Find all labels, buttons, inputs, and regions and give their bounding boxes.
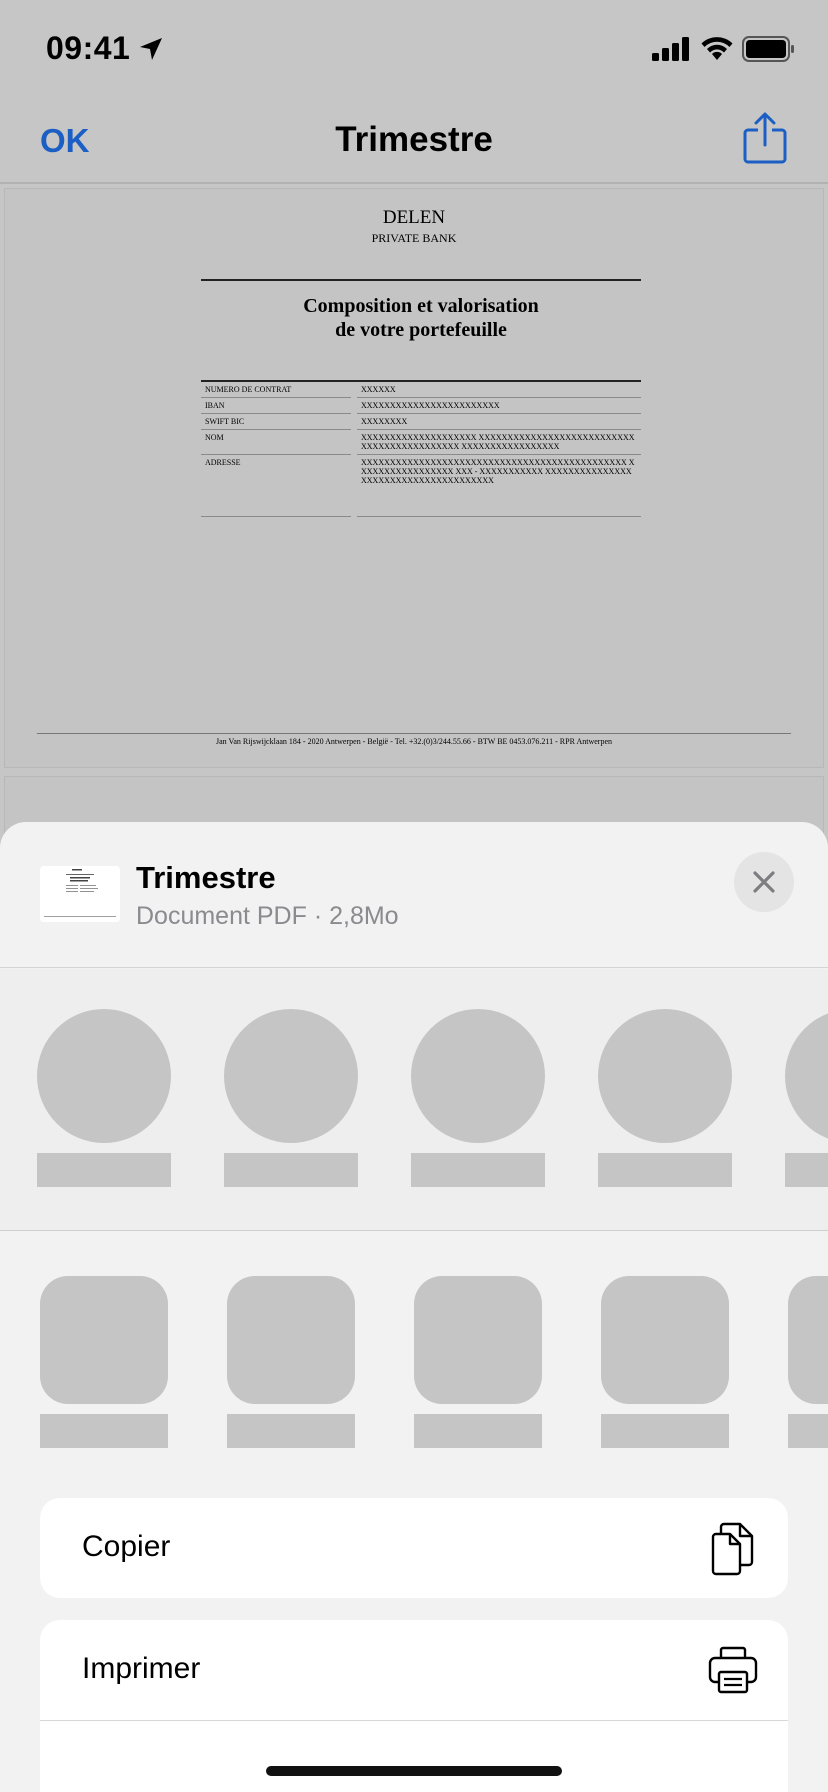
table-label: NUMERO DE CONTRAT [201, 382, 351, 398]
share-app[interactable] [788, 1276, 828, 1448]
contact-name-placeholder [411, 1153, 545, 1187]
table-label: NOM [201, 430, 351, 455]
contact-name-placeholder [224, 1153, 358, 1187]
navigation-bar: OK Trimestre [0, 98, 828, 184]
contact-avatar-placeholder [598, 1009, 732, 1143]
table-value: XXXXXXXXXXXXXXXXXXXX XXXXXXXXXXXXXXXXXXX… [357, 430, 641, 455]
table-value: XXXXXXXX [357, 414, 641, 430]
status-bar: 09:41 [0, 0, 828, 98]
share-sheet-header: Trimestre Document PDF · 2,8Mo [0, 822, 828, 968]
sheet-document-meta: Document PDF · 2,8Mo [136, 902, 399, 930]
share-app[interactable] [601, 1276, 729, 1448]
contact-name-placeholder [785, 1153, 828, 1187]
contact-suggestion[interactable] [224, 1009, 358, 1187]
close-icon [753, 871, 775, 893]
table-label: IBAN [201, 398, 351, 414]
contact-name-placeholder [598, 1153, 732, 1187]
app-icon-placeholder [601, 1276, 729, 1404]
app-icon-placeholder [414, 1276, 542, 1404]
copy-icon [710, 1522, 756, 1581]
app-name-placeholder [601, 1414, 729, 1448]
print-icon [708, 1646, 758, 1699]
close-button[interactable] [734, 852, 794, 912]
sheet-document-title: Trimestre [136, 860, 276, 895]
contact-suggestion[interactable] [37, 1009, 171, 1187]
contact-suggestion[interactable] [411, 1009, 545, 1187]
share-icon[interactable] [742, 112, 788, 169]
bank-name: DELEN [382, 207, 446, 228]
contact-name-placeholder [37, 1153, 171, 1187]
table-value: XXXXXXXXXXXXXXXXXXXXXXXXXXXXXXXXXXXXXXXX… [357, 455, 641, 517]
document-page[interactable]: DELEN PRIVATE BANK Composition et valori… [4, 188, 824, 768]
location-arrow-icon [138, 36, 164, 67]
share-app[interactable] [40, 1276, 168, 1448]
contract-info-table: NUMERO DE CONTRAT XXXXXX IBAN XXXXXXXXXX… [201, 382, 641, 517]
table-row: ADRESSE XXXXXXXXXXXXXXXXXXXXXXXXXXXXXXXX… [201, 455, 641, 517]
app-name-placeholder [414, 1414, 542, 1448]
cellular-signal-icon [652, 37, 690, 66]
bank-subtitle: PRIVATE BANK [371, 231, 457, 245]
share-app[interactable] [414, 1276, 542, 1448]
contact-avatar-placeholder [37, 1009, 171, 1143]
footer-rule [37, 733, 791, 734]
table-row: SWIFT BIC XXXXXXXX [201, 414, 641, 430]
print-action-label: Imprimer [82, 1652, 201, 1685]
table-row: IBAN XXXXXXXXXXXXXXXXXXXXXXXX [201, 398, 641, 414]
action-divider [40, 1720, 788, 1721]
share-sheet: Trimestre Document PDF · 2,8Mo Copier Im… [0, 822, 828, 1792]
copy-action-label: Copier [82, 1530, 171, 1563]
wifi-icon [700, 35, 734, 66]
app-name-placeholder [40, 1414, 168, 1448]
app-name-placeholder [788, 1414, 828, 1448]
app-name-placeholder [227, 1414, 355, 1448]
battery-icon [742, 36, 796, 67]
app-icon-placeholder [227, 1276, 355, 1404]
page-title: Trimestre [335, 120, 493, 159]
heading-rule-top [201, 279, 641, 281]
home-indicator[interactable] [266, 1766, 562, 1776]
contact-avatar-placeholder [411, 1009, 545, 1143]
contact-suggestion[interactable] [598, 1009, 732, 1187]
table-row: NUMERO DE CONTRAT XXXXXX [201, 382, 641, 398]
app-icon-placeholder [788, 1276, 828, 1404]
document-heading-line-1: Composition et valorisation [303, 295, 539, 317]
share-apps-row [0, 1232, 828, 1462]
copy-action[interactable]: Copier [40, 1498, 788, 1598]
contact-suggestion[interactable] [785, 1009, 828, 1187]
contact-avatar-placeholder [224, 1009, 358, 1143]
status-time: 09:41 [46, 30, 131, 66]
app-icon-placeholder [40, 1276, 168, 1404]
share-app[interactable] [227, 1276, 355, 1448]
table-row: NOM XXXXXXXXXXXXXXXXXXXX XXXXXXXXXXXXXXX… [201, 430, 641, 455]
document-heading-line-2: de votre portefeuille [335, 319, 507, 341]
document-heading: Composition et valorisation de votre por… [201, 294, 641, 342]
document-footer: Jan Van Rijswijcklaan 184 - 2020 Antwerp… [215, 737, 613, 746]
airdrop-contacts-row [0, 969, 828, 1231]
table-value: XXXXXXXXXXXXXXXXXXXXXXXX [357, 398, 641, 414]
table-label: ADRESSE [201, 455, 351, 517]
table-value: XXXXXX [357, 382, 641, 398]
document-thumbnail [40, 866, 120, 922]
contact-avatar-placeholder [785, 1009, 828, 1143]
table-label: SWIFT BIC [201, 414, 351, 430]
